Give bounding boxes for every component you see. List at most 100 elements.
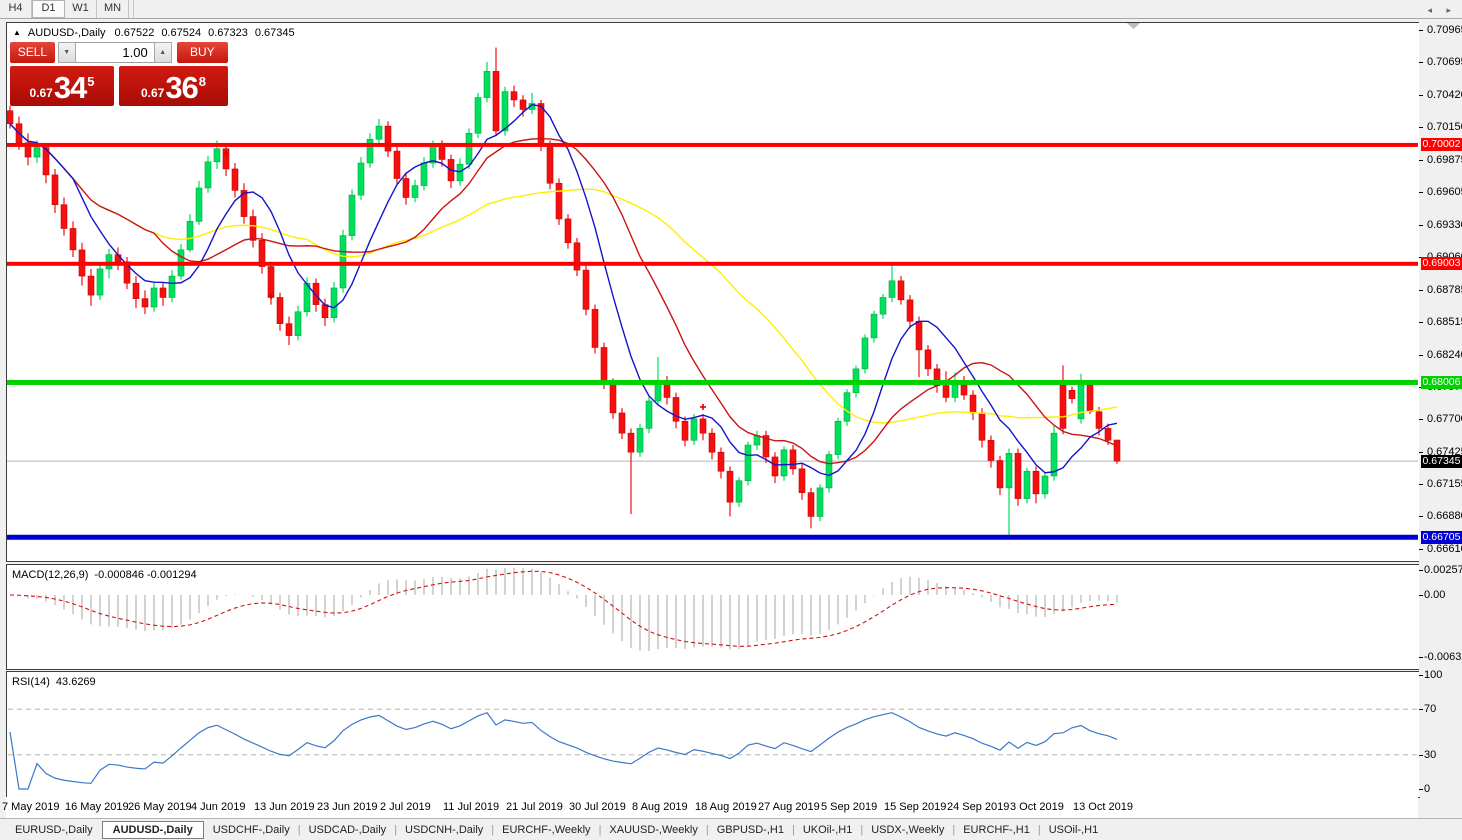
axis-tick [1419, 789, 1423, 790]
level-price-badge: 0.69003 [1421, 257, 1462, 270]
price-tick-label: 0.67155 [1427, 478, 1462, 490]
axis-tick [1419, 30, 1423, 31]
buy-button[interactable]: BUY [176, 42, 228, 63]
macd-label: MACD(12,26,9) -0.000846 -0.001294 [12, 569, 197, 581]
symbol-tab-xauusd-weekly[interactable]: XAUUSD-,Weekly [600, 822, 706, 838]
rsi-tick-label: 30 [1424, 749, 1437, 761]
timeframe-button-h4[interactable]: H4 [0, 0, 32, 18]
ohlc-low: 0.67323 [208, 27, 248, 39]
price-tick-label: 0.70965 [1427, 24, 1462, 36]
rsi-tick-label: 70 [1424, 703, 1437, 715]
symbol-tab-usdchf-daily[interactable]: USDCHF-,Daily [204, 822, 299, 838]
axis-tick [1419, 484, 1423, 485]
axis-tick [1419, 675, 1423, 676]
axis-tick [1419, 322, 1423, 323]
sell-button[interactable]: SELL [10, 42, 55, 63]
date-tick-label: 2 Jul 2019 [380, 801, 431, 813]
symbol-tab-eurusd-daily[interactable]: EURUSD-,Daily [6, 822, 102, 838]
rsi-panel[interactable] [6, 671, 1420, 798]
symbol-tab-ukoil-h1[interactable]: UKOil-,H1 [794, 822, 862, 838]
buy-price-button[interactable]: 0.67 36 8 [119, 66, 228, 106]
date-tick-label: 30 Jul 2019 [569, 801, 626, 813]
sell-price-pip: 5 [87, 74, 95, 89]
rsi-name: RSI(14) [12, 676, 50, 688]
axis-tick [1419, 549, 1423, 550]
symbol-tab-usdcad-daily[interactable]: USDCAD-,Daily [300, 822, 396, 838]
axis-tick [1419, 419, 1423, 420]
macd-tick-label: -0.006326 [1424, 651, 1462, 663]
price-tick-label: 0.70150 [1427, 121, 1462, 133]
price-tick-label: 0.67700 [1427, 413, 1462, 425]
rsi-label: RSI(14) 43.6269 [12, 676, 96, 688]
collapse-arrow-icon[interactable]: ▲ [13, 28, 21, 37]
symbol-tab-audusd-daily[interactable]: AUDUSD-,Daily [101, 820, 204, 839]
timeframe-button-mn[interactable]: MN [97, 0, 129, 18]
axis-tick [1419, 570, 1423, 571]
macd-tick-label: 0.002574 [1424, 564, 1462, 576]
volume-stepper: ▼ 1.00 ▲ [57, 42, 172, 63]
toolbar-separator [129, 0, 134, 18]
buy-price-prefix: 0.67 [140, 86, 165, 100]
axis-tick [1419, 355, 1423, 356]
timeframe-button-d1[interactable]: D1 [32, 0, 65, 18]
price-tick-label: 0.68240 [1427, 349, 1462, 361]
axis-tick [1419, 160, 1423, 161]
date-tick-label: 23 Jun 2019 [317, 801, 378, 813]
ohlc-open: 0.67522 [114, 27, 155, 39]
one-click-trading-panel: SELL ▼ 1.00 ▲ BUY 0.67 34 5 0.67 36 8 [10, 42, 228, 106]
symbol-tab-usdcnh-daily[interactable]: USDCNH-,Daily [396, 822, 492, 838]
date-tick-label: 13 Oct 2019 [1073, 801, 1133, 813]
buy-price-pip: 8 [198, 74, 207, 89]
symbol-tab-usoil-h1[interactable]: USOil-,H1 [1040, 822, 1108, 838]
volume-decrease-button[interactable]: ▼ [57, 42, 76, 63]
current-price-badge: 0.67345 [1421, 455, 1462, 468]
price-tick-label: 0.66880 [1427, 510, 1462, 522]
price-tick-label: 0.70420 [1427, 89, 1462, 101]
level-price-badge: 0.68006 [1421, 376, 1462, 389]
date-tick-label: 26 May 2019 [128, 801, 192, 813]
ohlc-high: 0.67524 [161, 27, 202, 39]
chart-header: ▲ AUDUSD-,Daily 0.67522 0.67524 0.67323 … [13, 27, 295, 39]
date-tick-label: 15 Sep 2019 [884, 801, 947, 813]
price-tick-label: 0.66610 [1427, 543, 1462, 555]
date-tick-label: 27 Aug 2019 [758, 801, 820, 813]
level-price-badge: 0.66705 [1421, 531, 1462, 544]
date-tick-label: 18 Aug 2019 [695, 801, 757, 813]
volume-input[interactable]: 1.00 [75, 42, 154, 63]
symbol-tab-eurchf-h1[interactable]: EURCHF-,H1 [954, 822, 1039, 838]
sell-price-prefix: 0.67 [29, 86, 53, 100]
date-tick-label: 13 Jun 2019 [254, 801, 315, 813]
symbol-tab-gbpusd-h1[interactable]: GBPUSD-,H1 [708, 822, 793, 838]
axis-tick [1419, 192, 1423, 193]
timeframe-toolbar: H4 D1 W1 MN [0, 0, 1462, 19]
macd-panel[interactable] [6, 564, 1420, 670]
date-tick-label: 24 Sep 2019 [947, 801, 1010, 813]
rsi-tick-label: 100 [1424, 669, 1443, 681]
macd-name: MACD(12,26,9) [12, 569, 89, 581]
rsi-tick-label: 0 [1424, 783, 1431, 795]
axis-tick [1419, 62, 1423, 63]
volume-increase-button[interactable]: ▲ [153, 42, 172, 63]
price-tick-label: 0.70695 [1427, 56, 1462, 68]
sell-price-big: 34 [53, 70, 87, 105]
price-tick-label: 0.69605 [1427, 186, 1462, 198]
tab-scroll-arrows[interactable]: ◂ ▸ [1427, 5, 1457, 16]
level-price-badge: 0.70002 [1421, 138, 1462, 151]
date-tick-label: 8 Aug 2019 [632, 801, 688, 813]
timeframe-button-w1[interactable]: W1 [65, 0, 97, 18]
price-tick-label: 0.69330 [1427, 219, 1462, 231]
ohlc-close: 0.67345 [254, 27, 295, 39]
date-tick-label: 21 Jul 2019 [506, 801, 563, 813]
symbol-tab-usdx-weekly[interactable]: USDX-,Weekly [862, 822, 953, 838]
axis-tick [1419, 516, 1423, 517]
buy-price-big: 36 [165, 70, 198, 105]
chart-title: AUDUSD-,Daily [27, 27, 106, 39]
date-tick-label: 4 Jun 2019 [191, 801, 246, 813]
date-tick-label: 11 Jul 2019 [443, 801, 500, 813]
date-axis[interactable]: 7 May 2019 16 May 2019 26 May 2019 4 Jun 20… [2, 797, 1418, 818]
date-tick-label: 3 Oct 2019 [1010, 801, 1064, 813]
date-tick-label: 7 May 2019 [2, 801, 60, 813]
symbol-tab-eurchf-weekly[interactable]: EURCHF-,Weekly [493, 822, 599, 838]
sell-price-button[interactable]: 0.67 34 5 [10, 66, 114, 106]
date-tick-label: 16 May 2019 [65, 801, 129, 813]
